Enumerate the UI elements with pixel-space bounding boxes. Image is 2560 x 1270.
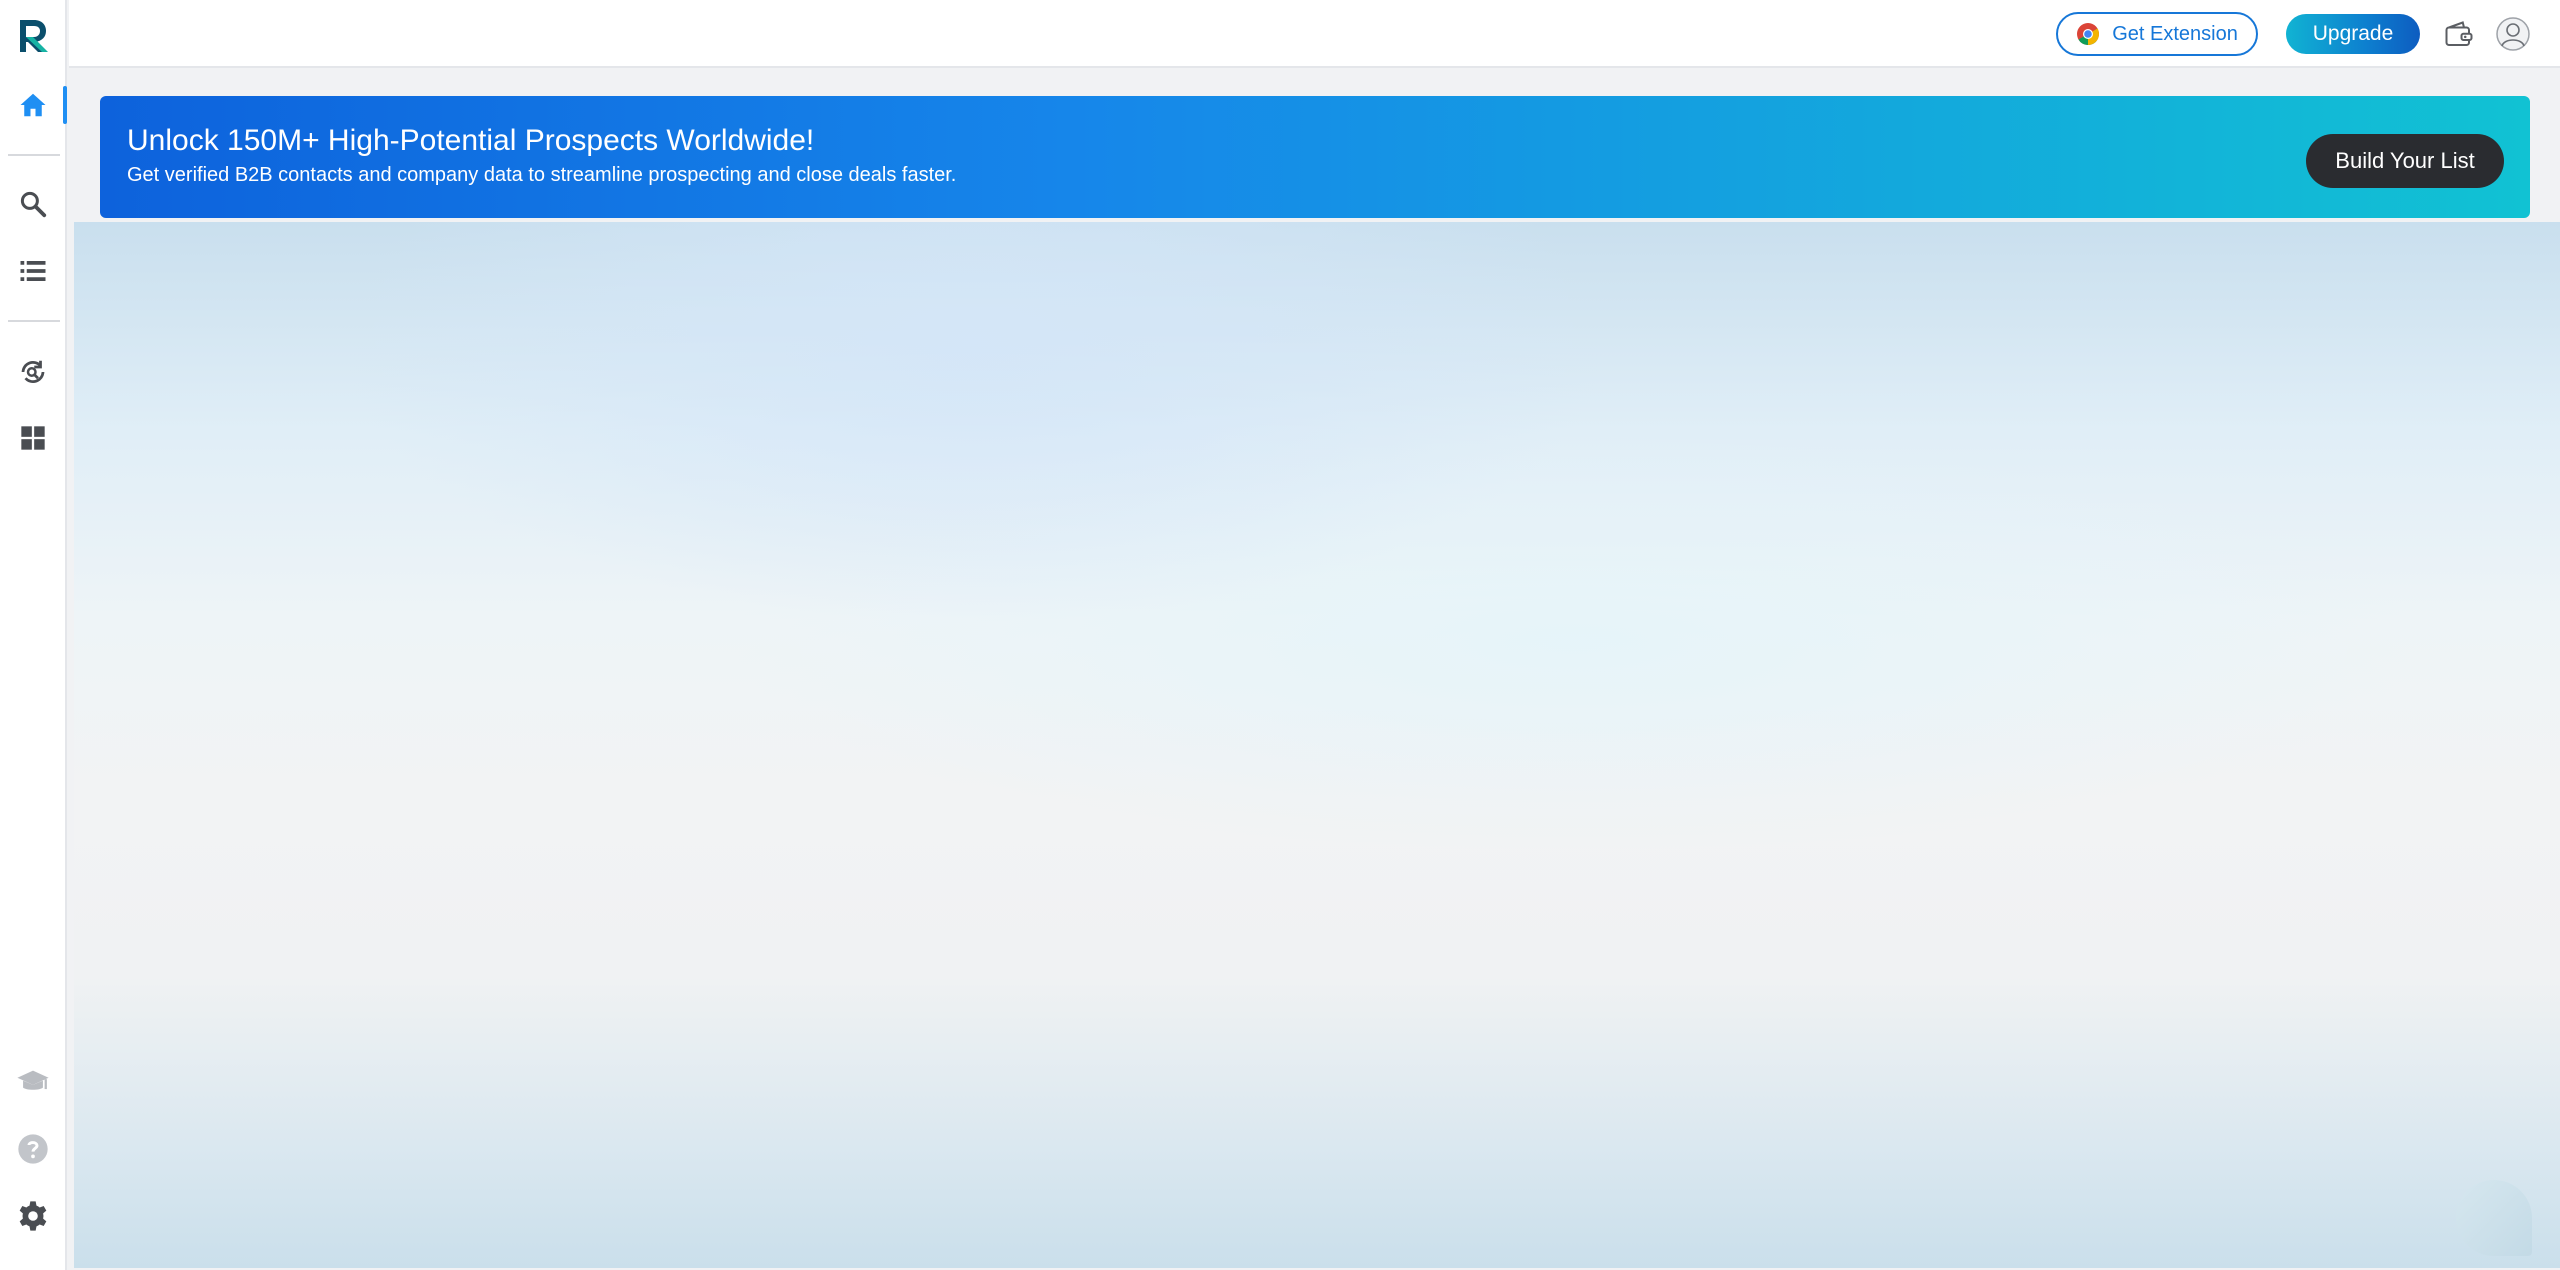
grid-icon — [19, 424, 47, 452]
help-icon — [17, 1133, 49, 1165]
banner-subtitle: Get verified B2B contacts and company da… — [127, 164, 957, 186]
promo-banner: Unlock 150M+ High-Potential Prospects Wo… — [100, 96, 2530, 218]
nav-settings[interactable] — [10, 1193, 56, 1239]
get-extension-button[interactable]: Get Extension — [2056, 12, 2258, 56]
banner-title: Unlock 150M+ High-Potential Prospects Wo… — [127, 124, 815, 157]
upgrade-button[interactable]: Upgrade — [2286, 14, 2420, 54]
home-icon — [18, 90, 48, 120]
nav-search[interactable] — [10, 181, 56, 227]
main-content-area — [74, 222, 2560, 1268]
avatar[interactable] — [2496, 17, 2530, 51]
sidebar — [0, 0, 67, 1270]
gear-icon — [17, 1200, 49, 1232]
build-your-list-button[interactable]: Build Your List — [2306, 134, 2504, 188]
search-icon — [18, 189, 48, 219]
sidebar-divider — [8, 154, 60, 156]
top-bar: Get Extension Upgrade — [69, 0, 2560, 68]
wallet-icon[interactable] — [2444, 20, 2474, 50]
graduation-cap-icon — [16, 1065, 50, 1099]
chat-widget-button[interactable] — [2456, 1180, 2532, 1256]
list-icon — [18, 256, 48, 286]
chrome-icon — [2076, 22, 2100, 46]
sidebar-divider — [8, 320, 60, 322]
app-logo[interactable] — [16, 18, 50, 54]
nav-help[interactable] — [10, 1126, 56, 1172]
nav-home[interactable] — [10, 82, 67, 128]
nav-enrichment[interactable] — [10, 349, 56, 395]
get-extension-label: Get Extension — [2112, 22, 2238, 45]
nav-academy[interactable] — [10, 1059, 56, 1105]
nav-integrations[interactable] — [10, 415, 56, 461]
nav-lists[interactable] — [10, 248, 56, 294]
sync-search-icon — [18, 357, 48, 387]
